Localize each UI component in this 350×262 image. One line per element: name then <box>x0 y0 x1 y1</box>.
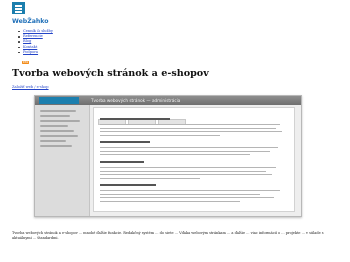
screenshot-sidebar <box>35 105 90 216</box>
screenshot-tabs <box>98 110 290 125</box>
nav-item: Podpora <box>18 50 53 55</box>
screenshot-text-line <box>100 127 276 129</box>
screenshot-content <box>93 107 295 212</box>
screenshot-text-line <box>100 177 200 179</box>
logo-bar <box>15 5 22 7</box>
screenshot-text-line <box>100 150 270 152</box>
nav-link-support[interactable]: Podpora <box>23 50 38 54</box>
page-title: Tvorba webových stránok a e-shopov <box>12 68 209 79</box>
screenshot-text-line <box>100 131 282 133</box>
nav-link-blog[interactable]: Blog <box>23 39 31 43</box>
screenshot-text-line <box>100 154 250 156</box>
screenshot-text-line <box>100 124 280 126</box>
main-navigation: Cenník & služby Referencie Blog Kontakt … <box>18 29 53 55</box>
screenshot-text-line <box>100 167 276 169</box>
screenshot-text-line <box>100 200 240 202</box>
sidebar-row <box>40 125 68 128</box>
screenshot-text-line <box>100 193 260 195</box>
screenshot-heading <box>100 141 150 144</box>
sidebar-row <box>40 145 72 148</box>
screenshot-topbar: Tvorba webových stránok — administrácia <box>35 96 301 105</box>
sidebar-row <box>40 140 66 143</box>
sidebar-row <box>40 135 78 138</box>
screenshot-window-title: Tvorba webových stránok — administrácia <box>91 97 181 103</box>
nav-link-contact[interactable]: Kontakt <box>23 45 37 49</box>
rss-icon[interactable]: RSS <box>22 60 29 65</box>
screenshot-heading <box>100 118 170 121</box>
screenshot-text-line <box>100 190 280 192</box>
nav-link-references[interactable]: Referencie <box>23 34 43 38</box>
screenshot-logo <box>39 97 79 104</box>
product-screenshot: Tvorba webových stránok — administrácia <box>34 95 302 217</box>
screenshot-text-line <box>100 174 272 176</box>
logo-bar <box>15 8 22 10</box>
screenshot-text-line <box>100 197 274 199</box>
nav-link-pricing[interactable]: Cenník & služby <box>23 29 53 33</box>
create-site-link[interactable]: Založiť web / e-shop <box>12 85 49 89</box>
webzahko-logo-icon[interactable] <box>12 2 25 14</box>
screenshot-text-line <box>100 170 266 172</box>
screenshot-heading <box>100 184 156 187</box>
screenshot-text-line <box>100 147 278 149</box>
screenshot-heading <box>100 161 144 164</box>
sidebar-row <box>40 130 74 133</box>
site-name[interactable]: WebŽahko <box>12 18 49 25</box>
intro-paragraph: Tvorba webových stránok a e-shopov ... m… <box>12 231 324 240</box>
sidebar-row <box>40 110 76 113</box>
sidebar-row <box>40 115 70 118</box>
screenshot-text-line <box>100 134 220 136</box>
sidebar-row <box>40 120 80 123</box>
logo-bar <box>15 11 22 13</box>
